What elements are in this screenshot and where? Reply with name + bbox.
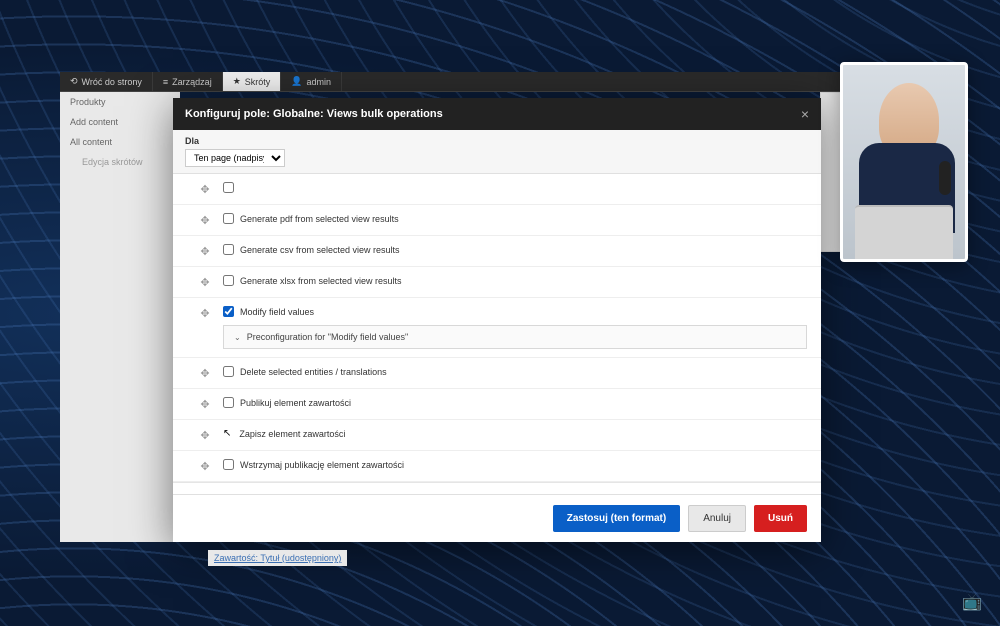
operation-checkbox-line[interactable]: ↖Zapisz element zawartości	[223, 428, 807, 439]
drag-handle-icon[interactable]: ✥	[187, 459, 223, 473]
operation-row: ✥	[173, 174, 821, 205]
operation-checkbox[interactable]	[223, 459, 234, 470]
drag-handle-icon[interactable]: ✥	[187, 306, 223, 320]
toolbar-shortcuts[interactable]: ★Skróty	[223, 72, 282, 91]
preconfig-accordion[interactable]: ⌄ Preconfiguration for "Modify field val…	[223, 325, 807, 349]
drag-handle-icon[interactable]: ✥	[187, 428, 223, 442]
operation-checkbox[interactable]	[223, 213, 234, 224]
for-label: Dla	[185, 136, 809, 146]
drag-handle-icon[interactable]: ✥	[187, 213, 223, 227]
operation-checkbox-line[interactable]: Publikuj element zawartości	[223, 397, 807, 408]
config-modal: Konfiguruj pole: Globalne: Views bulk op…	[173, 98, 821, 542]
drag-handle-icon[interactable]: ✥	[187, 275, 223, 289]
toolbar-back[interactable]: ⟲Wróć do strony	[60, 72, 153, 91]
sidebar-item[interactable]: Produkty	[60, 92, 180, 112]
modal-title: Konfiguruj pole: Globalne: Views bulk op…	[185, 108, 443, 120]
toolbar-user[interactable]: 👤admin	[281, 72, 342, 91]
operation-row: ✥ Generate pdf from selected view result…	[173, 205, 821, 236]
modal-footer: Zastosuj (ten format) Anuluj Usuń	[173, 494, 821, 542]
sidebar-item[interactable]: All content	[60, 132, 180, 152]
sidebar-item[interactable]: Add content	[60, 112, 180, 132]
operation-checkbox-line[interactable]	[223, 182, 807, 193]
operation-row: ✥ Modify field values ⌄ Preconfiguration…	[173, 298, 821, 358]
operation-checkbox[interactable]	[223, 366, 234, 377]
operation-checkbox-line[interactable]: Wstrzymaj publikację element zawartości	[223, 459, 807, 470]
drag-handle-icon[interactable]: ✥	[187, 244, 223, 258]
accordion-replacement[interactable]: ⌄ Global replacement patterns (for descr…	[173, 482, 821, 494]
operation-checkbox-line[interactable]: Generate xlsx from selected view results	[223, 275, 807, 286]
content-link[interactable]: Zawartość: Tytuł (udostępniony)	[208, 550, 347, 566]
drag-handle-icon[interactable]: ✥	[187, 182, 223, 196]
operation-row: ✥ Generate csv from selected view result…	[173, 236, 821, 267]
operation-checkbox-line[interactable]: Generate pdf from selected view results	[223, 213, 807, 224]
operation-checkbox[interactable]	[223, 244, 234, 255]
operation-row: ✥ Generate xlsx from selected view resul…	[173, 267, 821, 298]
operation-row: ✥ Wstrzymaj publikację element zawartośc…	[173, 451, 821, 482]
toolbar-manage[interactable]: ≡Zarządzaj	[153, 72, 223, 91]
modal-header: Konfiguruj pole: Globalne: Views bulk op…	[173, 98, 821, 130]
sidebar: Produkty Add content All content Edycja …	[60, 92, 180, 542]
drag-handle-icon[interactable]: ✥	[187, 366, 223, 380]
operation-checkbox-line[interactable]: Generate csv from selected view results	[223, 244, 807, 255]
operation-checkbox[interactable]	[223, 182, 234, 193]
operation-checkbox[interactable]	[223, 397, 234, 408]
operation-checkbox-line[interactable]: Delete selected entities / translations	[223, 366, 807, 377]
cursor-icon: ↖	[223, 428, 231, 439]
cancel-button[interactable]: Anuluj	[688, 505, 746, 532]
operation-checkbox[interactable]	[223, 306, 234, 317]
modal-body: ✥ ✥ Generate pdf from selected view resu…	[173, 174, 821, 494]
admin-toolbar: ⟲Wróć do strony ≡Zarządzaj ★Skróty 👤admi…	[60, 72, 940, 92]
operation-row: ✥ Delete selected entities / translation…	[173, 358, 821, 389]
operation-checkbox-line[interactable]: Modify field values	[223, 306, 807, 317]
close-icon[interactable]: ×	[801, 106, 809, 122]
delete-button[interactable]: Usuń	[754, 505, 807, 532]
operation-checkbox[interactable]	[223, 275, 234, 286]
chevron-down-icon: ⌄	[234, 333, 241, 342]
modal-for-row: Dla Ten page (nadpisy)	[173, 130, 821, 174]
operation-row: ✥ ↖Zapisz element zawartości	[173, 420, 821, 451]
apply-button[interactable]: Zastosuj (ten format)	[553, 505, 680, 532]
drag-handle-icon[interactable]: ✥	[187, 397, 223, 411]
tv-icon: 📺	[962, 592, 982, 612]
sidebar-subitem[interactable]: Edycja skrótów	[60, 152, 180, 172]
operation-row: ✥ Publikuj element zawartości	[173, 389, 821, 420]
for-select[interactable]: Ten page (nadpisy)	[185, 149, 285, 167]
webcam-overlay	[840, 62, 968, 262]
